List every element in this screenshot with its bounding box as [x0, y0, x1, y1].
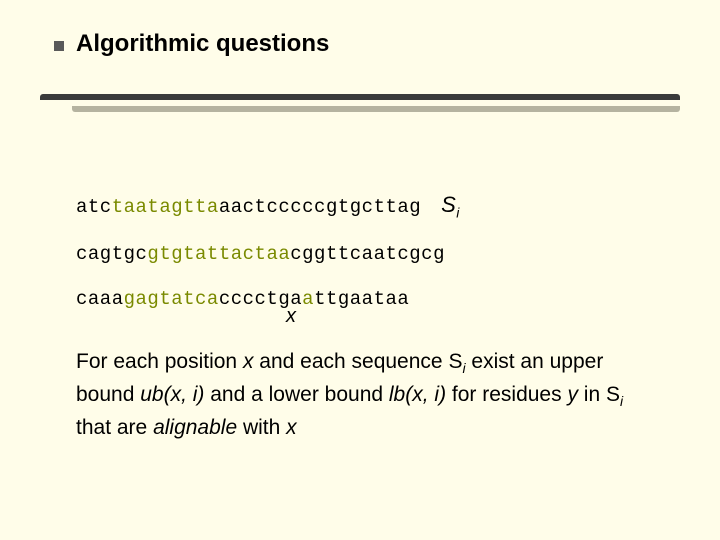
slide-title: Algorithmic questions: [76, 30, 329, 58]
para-lb: lb(x, i): [389, 383, 446, 406]
para-t7: that are: [76, 416, 153, 439]
seq1-part2: taatagtta: [112, 196, 219, 218]
seq2-part1: cagtgc: [76, 243, 147, 265]
para-S2: Si: [606, 383, 623, 406]
para-t6: in: [578, 383, 606, 406]
para-t4: and a lower bound: [204, 383, 388, 406]
para-S-letter: S: [448, 350, 462, 373]
seq1-label-s: S: [441, 192, 456, 217]
seq2-part3: cggttcaatcgcg: [290, 243, 445, 265]
title-row: Algorithmic questions: [54, 30, 329, 58]
seq3-part4: a: [302, 288, 314, 310]
seq3-part5: ttgaataa: [314, 288, 409, 310]
seq2-part2: gtgtattactaa: [147, 243, 290, 265]
divider-bottom: [72, 106, 680, 112]
seq1-part1: atc: [76, 196, 112, 218]
para-S2-sub: i: [620, 393, 623, 409]
para-t2: and each sequence: [253, 350, 448, 373]
explanation-paragraph: For each position x and each sequence Si…: [76, 346, 660, 444]
para-t5: for residues: [446, 383, 567, 406]
seq3-part1: caaa: [76, 288, 124, 310]
sequence-1: atctaatagttaaactcccccgtgcttag Si: [76, 192, 660, 221]
para-ub: ub(x, i): [140, 383, 204, 406]
seq1-part3: aactcccccgtgcttag: [219, 196, 421, 218]
para-t1: For each position: [76, 350, 243, 373]
sequence-2: cagtgcgtgtattactaacggttcaatcgcg: [76, 243, 660, 266]
divider-group: [40, 94, 680, 112]
divider-top: [40, 94, 680, 100]
para-y: y: [567, 383, 578, 406]
para-align: alignable: [153, 416, 237, 439]
bullet-icon: [54, 41, 64, 51]
seq3-part2: gagtatca: [124, 288, 219, 310]
para-x: x: [243, 350, 254, 373]
para-S2-letter: S: [606, 383, 620, 406]
slide: Algorithmic questions atctaatagttaaactcc…: [0, 0, 720, 540]
content-area: atctaatagttaaactcccccgtgcttag Si cagtgcg…: [76, 192, 660, 444]
seq1-label: Si: [441, 192, 460, 217]
para-S: Si: [448, 350, 465, 373]
para-x2: x: [286, 416, 297, 439]
seq1-label-sub: i: [456, 204, 460, 220]
para-t8: with: [237, 416, 286, 439]
